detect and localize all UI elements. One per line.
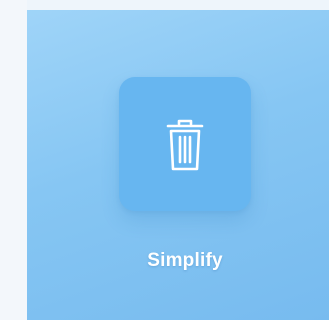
trash-icon <box>166 119 204 171</box>
simplify-label: Simplify <box>147 250 223 271</box>
side-strip <box>0 0 27 320</box>
